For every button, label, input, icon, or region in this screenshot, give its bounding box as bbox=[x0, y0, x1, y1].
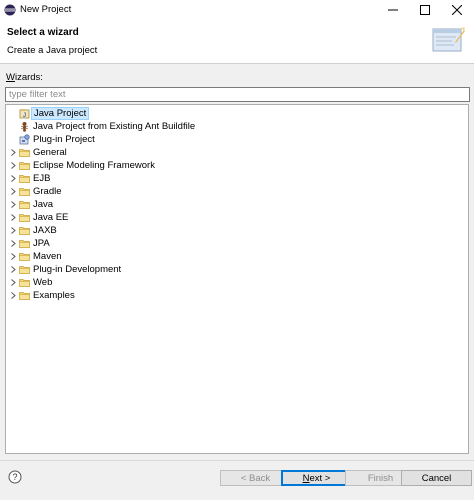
tree-item-label: Java Project from Existing Ant Buildfile bbox=[33, 121, 196, 132]
tree-item-label: Eclipse Modeling Framework bbox=[33, 160, 155, 171]
tree-item[interactable]: Java bbox=[6, 198, 466, 211]
folder-icon bbox=[19, 266, 30, 274]
tree-item-label: Examples bbox=[33, 290, 75, 301]
tree-item-label: Plug-in Project bbox=[33, 134, 95, 145]
chevron-right-icon[interactable] bbox=[9, 277, 17, 288]
close-button[interactable] bbox=[442, 0, 472, 20]
tree-item-label: Web bbox=[33, 277, 53, 288]
java-project-icon: J bbox=[19, 109, 30, 119]
folder-icon bbox=[19, 149, 30, 157]
maximize-button[interactable] bbox=[410, 0, 440, 20]
tree-item[interactable]: Gradle bbox=[6, 185, 466, 198]
folder-icon bbox=[19, 292, 30, 300]
chevron-right-icon[interactable] bbox=[9, 186, 17, 197]
tree-item-label: General bbox=[33, 147, 67, 158]
folder-icon bbox=[19, 227, 30, 235]
tree-item[interactable]: Web bbox=[6, 276, 466, 289]
tree-item[interactable]: Examples bbox=[6, 289, 466, 302]
cancel-button[interactable]: Cancel bbox=[401, 470, 472, 486]
eclipse-app-icon bbox=[4, 4, 16, 16]
chevron-right-icon[interactable] bbox=[9, 173, 17, 184]
wizard-tree[interactable]: J Java Project Java Project from Existing … bbox=[5, 104, 469, 454]
close-icon bbox=[452, 5, 462, 15]
chevron-right-icon[interactable] bbox=[9, 251, 17, 262]
next-button-label: Next > bbox=[302, 472, 331, 484]
help-icon[interactable]: ? bbox=[8, 470, 22, 484]
tree-item-label: Java EE bbox=[33, 212, 69, 223]
tree-item-label: Gradle bbox=[33, 186, 62, 197]
header-title: Select a wizard bbox=[7, 27, 79, 38]
plugin-project-icon bbox=[19, 134, 30, 145]
minimize-icon bbox=[388, 9, 398, 11]
folder-icon bbox=[19, 240, 30, 248]
chevron-right-icon[interactable] bbox=[9, 225, 17, 236]
tree-item[interactable]: Java Project from Existing Ant Buildfile bbox=[6, 120, 466, 133]
chevron-right-icon[interactable] bbox=[9, 264, 17, 275]
tree-item[interactable]: Maven bbox=[6, 250, 466, 263]
window-title: New Project bbox=[20, 4, 72, 15]
maximize-icon bbox=[420, 5, 430, 15]
chevron-right-icon[interactable] bbox=[9, 160, 17, 171]
chevron-right-icon[interactable] bbox=[9, 238, 17, 249]
tree-item-label: JPA bbox=[33, 238, 50, 249]
tree-item[interactable]: EJB bbox=[6, 172, 466, 185]
folder-icon bbox=[19, 175, 30, 183]
svg-text:J: J bbox=[23, 113, 26, 119]
tree-item-label: EJB bbox=[33, 173, 51, 184]
tree-item[interactable]: Eclipse Modeling Framework bbox=[6, 159, 466, 172]
tree-item-label: JAXB bbox=[33, 225, 57, 236]
filter-input[interactable] bbox=[5, 87, 470, 102]
chevron-right-icon[interactable] bbox=[9, 212, 17, 223]
folder-icon bbox=[19, 201, 30, 209]
folder-icon bbox=[19, 253, 30, 261]
button-bar: ? < Back Next > Finish Cancel bbox=[0, 460, 474, 500]
folder-icon bbox=[19, 279, 30, 287]
tree-item[interactable]: General bbox=[6, 146, 466, 159]
chevron-right-icon[interactable] bbox=[9, 290, 17, 301]
title-bar: New Project bbox=[0, 0, 474, 21]
wizards-label: Wizards: bbox=[6, 72, 43, 83]
tree-item[interactable]: Java EE bbox=[6, 211, 466, 224]
chevron-right-icon[interactable] bbox=[9, 199, 17, 210]
folder-icon bbox=[19, 188, 30, 196]
ant-icon bbox=[20, 122, 29, 132]
folder-icon bbox=[19, 214, 30, 222]
tree-item[interactable]: Plug-in Project bbox=[6, 133, 466, 146]
tree-item-label: Maven bbox=[33, 251, 62, 262]
wizard-header: Select a wizard Create a Java project bbox=[0, 20, 474, 64]
tree-item[interactable]: JAXB bbox=[6, 224, 466, 237]
tree-item[interactable]: JPA bbox=[6, 237, 466, 250]
tree-item-label: Java bbox=[33, 199, 54, 210]
minimize-button[interactable] bbox=[378, 0, 408, 20]
folder-icon bbox=[19, 162, 30, 170]
svg-text:?: ? bbox=[12, 472, 17, 482]
next-button[interactable]: Next > bbox=[281, 470, 352, 486]
header-description: Create a Java project bbox=[7, 45, 98, 56]
tree-item-label: Plug-in Development bbox=[33, 264, 122, 275]
chevron-right-icon[interactable] bbox=[9, 147, 17, 158]
tree-item[interactable]: J Java Project bbox=[6, 107, 466, 120]
tree-item[interactable]: Plug-in Development bbox=[6, 263, 466, 276]
wizard-banner-icon bbox=[432, 27, 465, 52]
tree-item-label: Java Project bbox=[31, 107, 90, 120]
